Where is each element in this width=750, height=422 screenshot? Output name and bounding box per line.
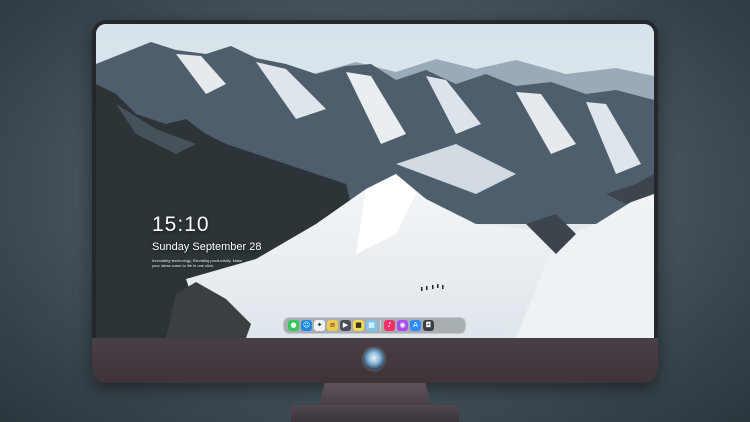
safari-icon[interactable]: ✦: [314, 320, 325, 331]
lock-screen-date: Sunday September 28: [152, 241, 262, 253]
messages-icon[interactable]: ●: [288, 320, 299, 331]
monitor-stand-base: [291, 405, 459, 422]
screenshot-icon[interactable]: ◘: [423, 320, 434, 331]
finder-icon[interactable]: ☺: [301, 320, 312, 331]
mountain-wallpaper: [96, 24, 654, 338]
stickies-icon[interactable]: ■: [353, 320, 364, 331]
notes-icon[interactable]: ≡: [327, 320, 338, 331]
desktop-screen: 15:10 Sunday September 28 Innovating tec…: [96, 24, 654, 338]
monitor-stand-neck: [318, 383, 432, 407]
music-icon[interactable]: ♪: [384, 320, 395, 331]
clapper-icon[interactable]: ▶: [340, 320, 351, 331]
brand-logo: [363, 348, 385, 370]
monitor: 15:10 Sunday September 28 Innovating tec…: [92, 20, 658, 383]
dock-separator: [380, 320, 381, 331]
lock-screen-info: 15:10 Sunday September 28 Innovating tec…: [152, 213, 261, 268]
lock-screen-tagline: Innovating technology, Elevating product…: [152, 258, 261, 268]
podcasts-icon[interactable]: ◉: [397, 320, 408, 331]
lock-screen-time: 15:10: [152, 213, 210, 236]
photos-icon[interactable]: ▦: [366, 320, 377, 331]
dock: ● ☺ ✦ ≡ ▶ ■ ▦ ♪ ◉ A ◘: [283, 317, 466, 334]
tagline-line-2: your ideas come to life in one click.: [152, 263, 215, 268]
monitor-chin: [92, 338, 658, 383]
app-store-icon[interactable]: A: [410, 320, 421, 331]
